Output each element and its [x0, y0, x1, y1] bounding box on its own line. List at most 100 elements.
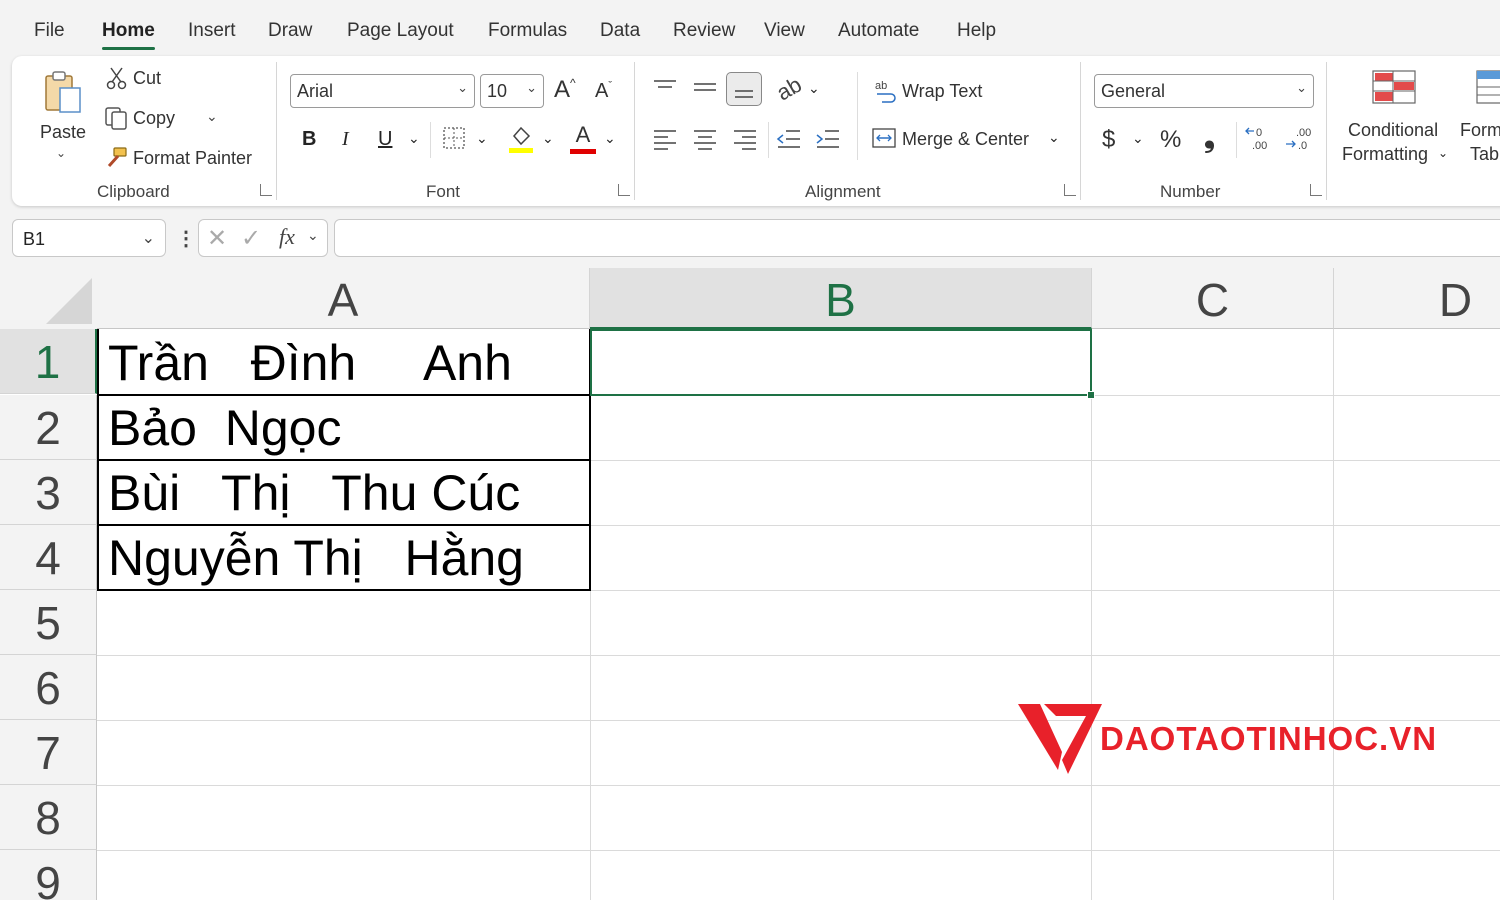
cell-a4[interactable]: Nguyễn Thị Hằng [108, 529, 524, 587]
align-top-icon[interactable] [652, 78, 678, 98]
dialog-launcher-icon[interactable] [260, 184, 272, 196]
tab-view[interactable]: View [764, 20, 805, 42]
format-as-table-button[interactable]: Form Tabl [1458, 70, 1500, 170]
cut-label: Cut [133, 68, 162, 88]
tab-formulas[interactable]: Formulas [488, 20, 567, 42]
gridline [97, 785, 1500, 786]
row-header-6[interactable]: 6 [0, 655, 97, 720]
tab-page-layout[interactable]: Page Layout [347, 20, 454, 42]
comma-style-button[interactable]: ❟ [1204, 122, 1215, 155]
paint-bucket-icon [509, 126, 533, 153]
row-header-2[interactable]: 2 [0, 395, 97, 460]
shrink-font-icon: A [595, 80, 609, 102]
row-header-4[interactable]: 4 [0, 525, 97, 590]
dialog-launcher-icon[interactable] [618, 184, 630, 196]
cell-a3[interactable]: Bùi Thị Thu Cúc [108, 464, 520, 522]
bold-button[interactable]: B [302, 128, 316, 151]
copy-icon [105, 107, 127, 130]
tab-help[interactable]: Help [957, 20, 996, 42]
name-box[interactable]: B1 ⌄ [12, 219, 166, 257]
number-format-select[interactable]: General ⌄ [1094, 74, 1314, 108]
paste-button[interactable]: Paste ⌄ [34, 66, 94, 166]
decrease-decimal-icon[interactable]: .00 .0 [1284, 124, 1314, 152]
italic-button[interactable]: I [342, 128, 349, 151]
orientation-icon[interactable]: ab [772, 72, 806, 107]
chevron-down-icon[interactable]: ⌄ [1132, 130, 1144, 147]
chevron-down-icon[interactable]: ⌄ [307, 227, 319, 244]
font-color-button[interactable]: A [570, 122, 596, 154]
conditional-formatting-button[interactable]: Conditional Formatting ⌄ [1340, 70, 1450, 170]
conditional-formatting-label-2: Formatting [1342, 144, 1429, 164]
row-header-8[interactable]: 8 [0, 785, 97, 850]
insert-function-button[interactable]: fx [279, 224, 295, 250]
fill-handle[interactable] [1087, 391, 1095, 399]
borders-button[interactable] [442, 126, 466, 155]
cell-a2[interactable]: Bảo Ngọc [108, 399, 341, 457]
increase-font-size-button[interactable]: A^ [554, 76, 576, 104]
wrap-text-icon: ab [875, 80, 896, 103]
column-header-b[interactable]: B [590, 268, 1092, 329]
tab-file[interactable]: File [34, 20, 65, 42]
ribbon-home: Paste ⌄ Cut Copy ⌄ Format Painter Clipbo… [12, 56, 1500, 206]
align-left-icon[interactable] [652, 128, 678, 150]
select-all-corner[interactable] [0, 268, 97, 329]
font-size-value: 10 [487, 81, 508, 101]
dialog-launcher-icon[interactable] [1310, 184, 1322, 196]
align-bottom-icon [735, 90, 753, 98]
active-cell-b1[interactable] [590, 329, 1092, 396]
chevron-down-icon: ⌄ [141, 230, 155, 247]
currency-button[interactable]: $ [1102, 126, 1115, 154]
tab-automate[interactable]: Automate [838, 20, 919, 42]
cell-a1[interactable]: Trần Đình Anh [108, 334, 512, 392]
chevron-down-icon[interactable]: ⌄ [408, 130, 420, 147]
tab-home[interactable]: Home [102, 20, 155, 50]
watermark-logo: DAOTAOTINHOC.VN [1018, 700, 1488, 780]
chevron-down-icon[interactable]: ⌄ [604, 130, 616, 147]
percent-button[interactable]: % [1160, 126, 1181, 154]
align-right-icon[interactable] [732, 128, 758, 150]
fill-color-button[interactable] [508, 124, 536, 159]
chevron-down-icon[interactable]: ⌄ [808, 80, 820, 97]
decrease-font-size-button[interactable]: Aˇ [595, 80, 612, 103]
group-divider [276, 62, 277, 200]
gridline [1333, 329, 1334, 900]
more-options-icon[interactable]: ⋮ [176, 226, 196, 251]
chevron-down-icon[interactable]: ⌄ [206, 108, 218, 125]
enter-check-icon[interactable]: ✓ [241, 224, 261, 253]
align-center-icon[interactable] [692, 128, 718, 150]
format-painter-label: Format Painter [133, 148, 253, 168]
font-name-select[interactable]: Arial ⌄ [290, 74, 475, 108]
dialog-launcher-icon[interactable] [1064, 184, 1076, 196]
align-bottom-button[interactable] [726, 72, 762, 106]
chevron-down-icon[interactable]: ⌄ [476, 130, 488, 147]
divider [768, 122, 769, 158]
group-label-alignment: Alignment [805, 182, 881, 201]
row-header-7[interactable]: 7 [0, 720, 97, 785]
tab-review[interactable]: Review [673, 20, 735, 42]
gridline [1091, 329, 1092, 900]
row-header-1[interactable]: 1 [0, 329, 97, 394]
tab-draw[interactable]: Draw [268, 20, 312, 42]
chevron-down-icon[interactable]: ⌄ [1048, 129, 1060, 146]
cell-border [97, 524, 591, 526]
increase-decimal-icon[interactable]: 0 .00 [1244, 124, 1274, 152]
cancel-icon[interactable]: ✕ [207, 224, 227, 253]
chevron-down-icon: ⌄ [56, 146, 67, 160]
increase-indent-icon[interactable] [815, 128, 841, 150]
formula-input[interactable] [334, 219, 1500, 257]
spreadsheet-grid[interactable]: A B C D 1 2 3 4 5 6 7 8 9 Trần Đình Anh … [0, 268, 1500, 900]
conditional-formatting-label-1: Conditional [1348, 120, 1439, 140]
row-header-5[interactable]: 5 [0, 590, 97, 655]
column-header-c[interactable]: C [1092, 268, 1334, 329]
row-header-3[interactable]: 3 [0, 460, 97, 525]
align-middle-icon[interactable] [692, 78, 718, 98]
row-header-9[interactable]: 9 [0, 850, 97, 900]
chevron-down-icon[interactable]: ⌄ [542, 130, 554, 147]
tab-insert[interactable]: Insert [188, 20, 236, 42]
underline-button[interactable]: U [378, 128, 392, 151]
font-size-select[interactable]: 10 ⌄ [480, 74, 544, 108]
tab-data[interactable]: Data [600, 20, 640, 42]
column-header-d[interactable]: D [1334, 268, 1500, 329]
column-header-a[interactable]: A [97, 268, 590, 329]
decrease-indent-icon[interactable] [776, 128, 802, 150]
